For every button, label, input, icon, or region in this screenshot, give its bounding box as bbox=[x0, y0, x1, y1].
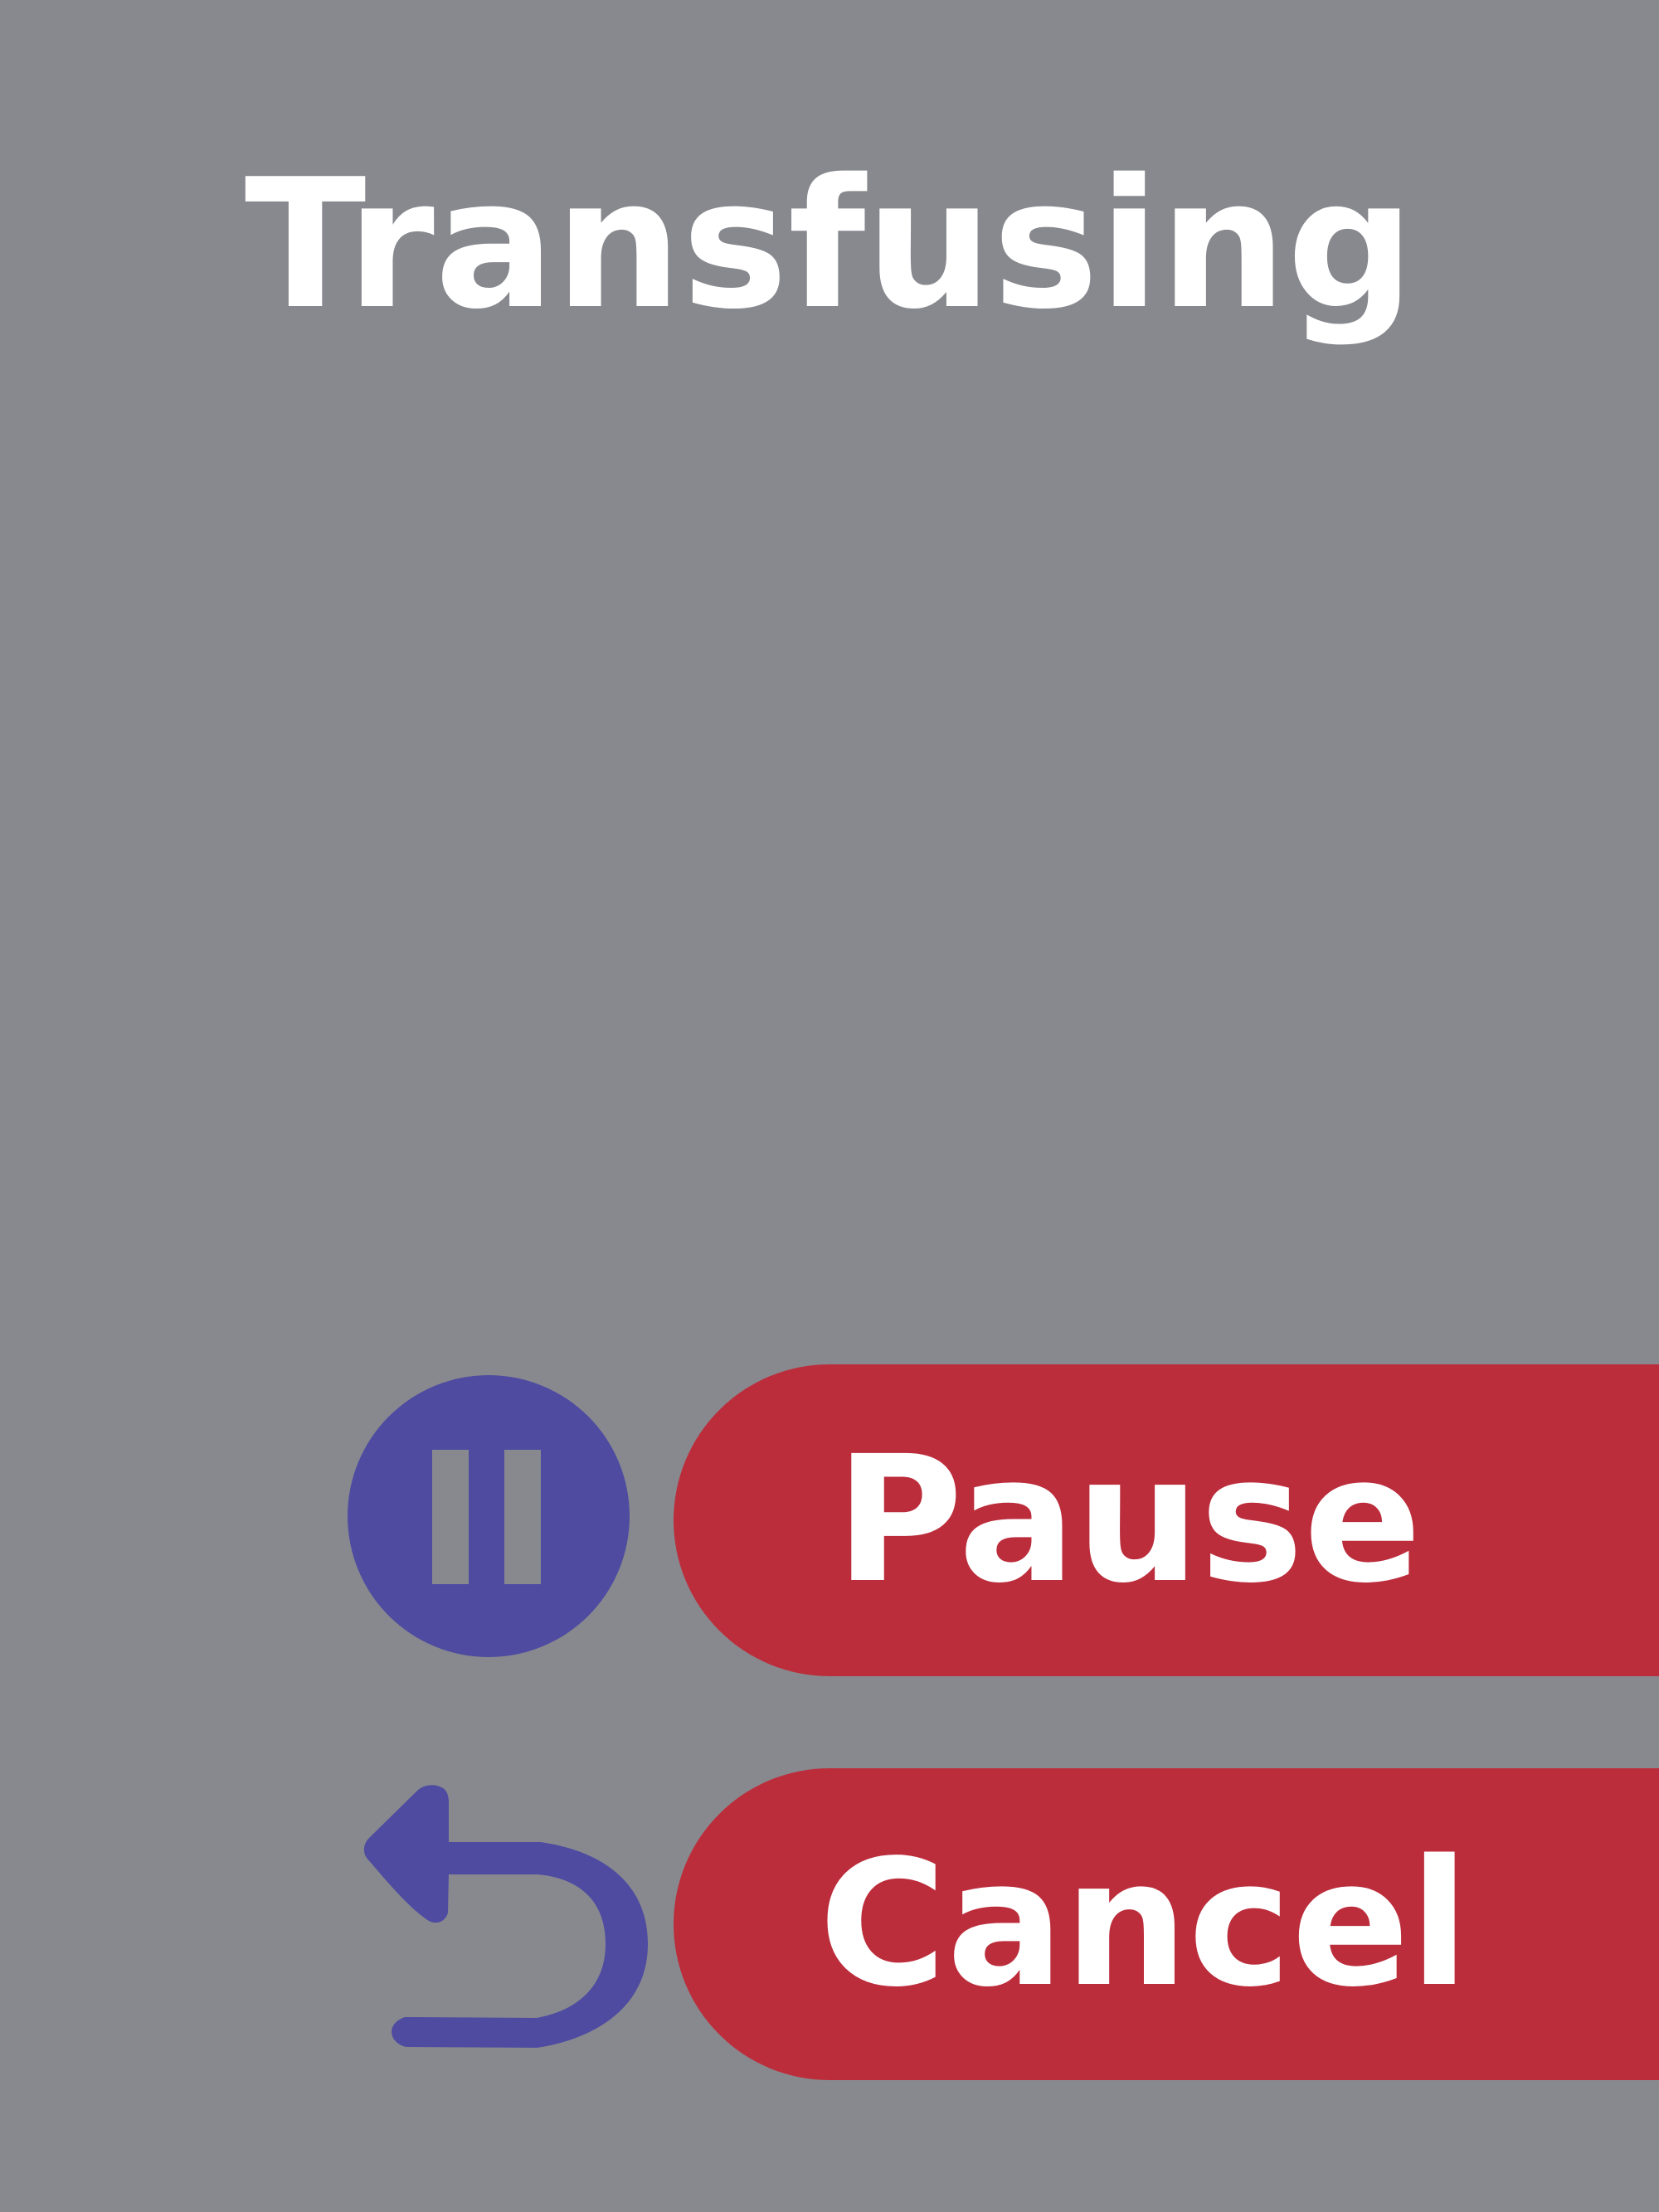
page-title: Transfusing bbox=[244, 140, 1415, 348]
pause-icon-bar-left bbox=[432, 1450, 469, 1584]
pause-icon bbox=[348, 1375, 630, 1657]
pause-icon-bar-right bbox=[504, 1450, 541, 1584]
back-arrow-icon bbox=[363, 1785, 648, 2048]
pause-button[interactable]: Pause bbox=[674, 1364, 1659, 1676]
cancel-button[interactable]: Cancel bbox=[674, 1768, 1659, 2080]
